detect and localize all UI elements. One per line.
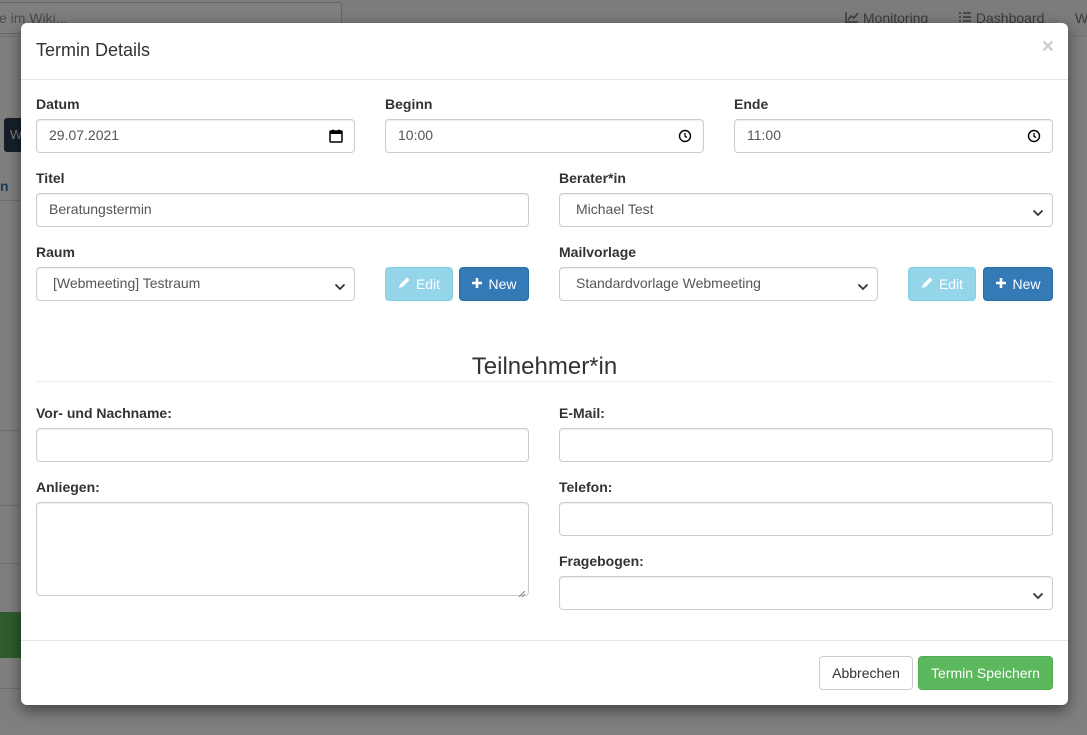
anliegen-label: Anliegen: bbox=[36, 479, 100, 495]
termin-details-modal: Termin Details × Datum 29.07.2021 Beginn… bbox=[21, 23, 1068, 705]
fragebogen-label: Fragebogen: bbox=[559, 553, 644, 569]
datum-label: Datum bbox=[36, 96, 80, 112]
mailvorlage-select[interactable]: Standardvorlage Webmeeting bbox=[559, 267, 878, 301]
raum-select[interactable]: [Webmeeting] Testraum bbox=[36, 267, 355, 301]
beginn-label: Beginn bbox=[385, 96, 433, 112]
fragebogen-select[interactable] bbox=[559, 576, 1053, 610]
email-label: E-Mail: bbox=[559, 405, 605, 421]
datum-input[interactable]: 29.07.2021 bbox=[36, 119, 355, 153]
anliegen-textarea[interactable] bbox=[36, 502, 529, 598]
raum-edit-button[interactable]: Edit bbox=[385, 267, 453, 301]
raum-new-button[interactable]: New bbox=[459, 267, 529, 301]
telefon-input[interactable] bbox=[559, 502, 1053, 536]
save-appointment-button[interactable]: Termin Speichern bbox=[918, 656, 1053, 690]
ende-label: Ende bbox=[734, 96, 769, 112]
close-icon[interactable]: × bbox=[1042, 36, 1054, 57]
clock-icon[interactable] bbox=[1026, 128, 1042, 144]
name-input[interactable] bbox=[36, 428, 529, 462]
mailvorlage-label: Mailvorlage bbox=[559, 244, 637, 260]
berater-label: Berater*in bbox=[559, 170, 626, 186]
section-divider bbox=[36, 381, 1053, 382]
calendar-icon[interactable] bbox=[328, 128, 344, 144]
chevron-down-icon bbox=[334, 279, 346, 291]
titel-input[interactable]: Beratungstermin bbox=[36, 193, 529, 227]
mailvorlage-new-button[interactable]: New bbox=[983, 267, 1053, 301]
modal-header: Termin Details × bbox=[21, 23, 1068, 80]
chevron-down-icon bbox=[1032, 588, 1044, 600]
mailvorlage-edit-button[interactable]: Edit bbox=[908, 267, 976, 301]
raum-label: Raum bbox=[36, 244, 75, 260]
modal-footer: Abbrechen Termin Speichern bbox=[21, 640, 1068, 705]
email-input[interactable] bbox=[559, 428, 1053, 462]
name-label: Vor- und Nachname: bbox=[36, 405, 172, 421]
berater-select[interactable]: Michael Test bbox=[559, 193, 1053, 227]
plus-icon bbox=[995, 276, 1007, 292]
beginn-time-input[interactable]: 10:00 bbox=[385, 119, 704, 153]
pencil-icon bbox=[398, 276, 411, 292]
chevron-down-icon bbox=[857, 279, 869, 291]
telefon-label: Telefon: bbox=[559, 479, 613, 495]
section-title-teilnehmer: Teilnehmer*in bbox=[471, 353, 618, 380]
cancel-button[interactable]: Abbrechen bbox=[819, 656, 913, 690]
chevron-down-icon bbox=[1032, 205, 1044, 217]
clock-icon[interactable] bbox=[677, 128, 693, 144]
plus-icon bbox=[471, 276, 483, 292]
modal-title: Termin Details bbox=[36, 40, 151, 60]
pencil-icon bbox=[921, 276, 934, 292]
resize-handle-icon[interactable] bbox=[518, 585, 526, 598]
ende-time-input[interactable]: 11:00 bbox=[734, 119, 1053, 153]
titel-label: Titel bbox=[36, 170, 65, 186]
